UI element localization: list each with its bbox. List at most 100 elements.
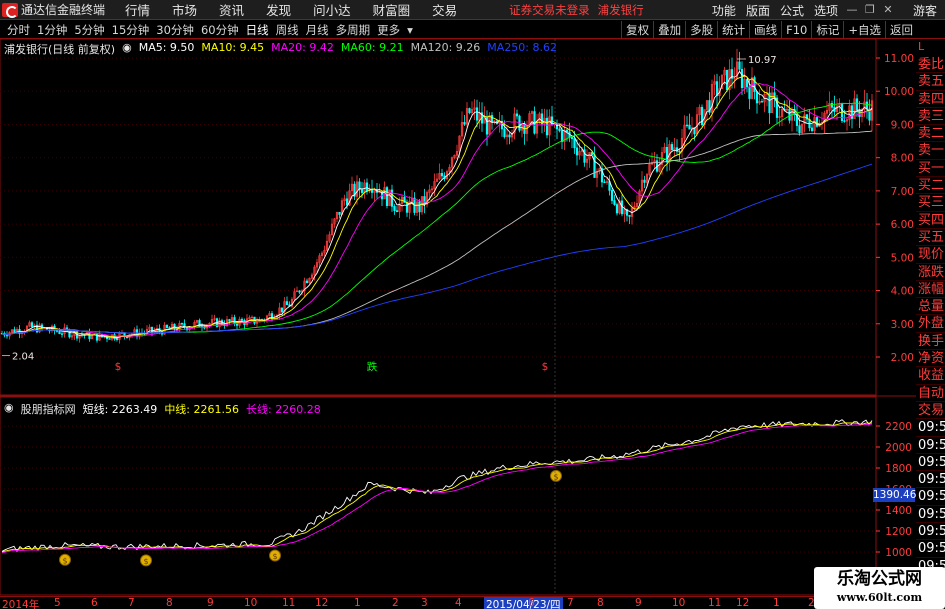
menu-formula[interactable]: 公式 [780, 2, 804, 19]
period-timeshare[interactable]: 分时 [7, 22, 30, 38]
period-daily[interactable]: 日线 [246, 22, 269, 38]
legend-ma250: MA250: 8.62 [487, 41, 558, 54]
period-more[interactable]: 更多 [377, 22, 400, 38]
period-5min[interactable]: 5分钟 [74, 22, 104, 38]
candle-body [558, 128, 561, 131]
ind-axis-label: 1200 [885, 526, 912, 538]
indicator-title[interactable]: 股朋指标网 [21, 401, 76, 416]
candle-body [270, 313, 274, 320]
legend-mid: 中线: 2261.56 [164, 403, 240, 416]
candle-body [60, 333, 64, 335]
candle-body [395, 210, 399, 213]
candle-body [678, 150, 681, 153]
kline-chart[interactable]: 11.00 10.00 9.00 8.00 7.00 6.00 5.00 4.00 3.00 2.… [0, 39, 916, 596]
signal-marker-s: $ [115, 361, 122, 373]
signal-marker-s: $ [542, 361, 549, 373]
candle-body [738, 61, 741, 70]
menu-quotes[interactable]: 行情 [125, 0, 150, 19]
money-bag-glyph: $ [143, 557, 148, 566]
guest-user[interactable]: 游客 [913, 2, 937, 19]
more-chevron-icon[interactable]: ▾ [407, 23, 413, 37]
indicator-mid-line [1, 422, 873, 553]
candle-body [385, 187, 389, 206]
candle-body [643, 179, 646, 183]
period-30min[interactable]: 30分钟 [156, 22, 194, 38]
candle-body [405, 202, 409, 213]
candle-body [753, 77, 756, 92]
candle-body [365, 182, 369, 192]
overlay-button[interactable]: 叠加 [653, 21, 685, 39]
side-panel-item: 买三 [916, 195, 945, 212]
period-60min[interactable]: 60分钟 [201, 22, 239, 38]
side-panel-item: 涨幅 [916, 281, 945, 299]
trade-login-status[interactable]: 证券交易未登录 [509, 2, 590, 18]
date-tick-label: 7 [567, 597, 574, 609]
main-axis-label: 8.00 [891, 153, 914, 165]
side-panel-item: 09:57 [916, 471, 945, 489]
ind-axis-label: 1800 [885, 463, 912, 475]
period-monthly[interactable]: 月线 [306, 22, 329, 38]
menu-function[interactable]: 功能 [712, 2, 736, 19]
candle-body [613, 200, 616, 205]
statistics-button[interactable]: 统计 [717, 21, 749, 39]
date-tick-label: 8 [597, 597, 604, 609]
restore-icon[interactable]: ❐ [861, 1, 879, 19]
candle-body [338, 211, 341, 215]
main-axis-label: 11.00 [884, 53, 914, 65]
date-tick-label: 2014年 [2, 599, 40, 609]
menu-market[interactable]: 市场 [172, 0, 197, 19]
main-axis-label: 3.00 [891, 319, 914, 331]
f10-button[interactable]: F10 [781, 21, 811, 39]
candle-body [573, 138, 576, 149]
period-multi[interactable]: 多周期 [336, 22, 371, 38]
side-panel-item: 委比 [916, 57, 945, 74]
candle-body [855, 98, 859, 111]
candle-body [58, 331, 61, 334]
menu-ask[interactable]: 问小达 [313, 0, 351, 19]
menu-wealth[interactable]: 财富圈 [373, 0, 411, 19]
add-watchlist-button[interactable]: +自选 [843, 21, 885, 39]
legend-dot-icon[interactable]: ◉ [122, 41, 132, 55]
candle-body [575, 147, 579, 156]
candle-body [168, 327, 171, 329]
date-tick-label: 3 [421, 597, 428, 609]
menu-news[interactable]: 资讯 [219, 0, 244, 19]
side-panel-item[interactable]: 自动 [916, 385, 945, 402]
minimize-icon[interactable]: — [843, 1, 861, 19]
indicator-dot-icon[interactable]: ◉ [4, 401, 14, 415]
multi-stock-button[interactable]: 多股 [685, 21, 717, 39]
mark-button[interactable]: 标记 [811, 21, 843, 39]
candle-body [685, 124, 689, 127]
date-tick-label: 11 [708, 597, 722, 609]
side-panel-item: 09:58 [916, 523, 945, 541]
candle-body [463, 122, 466, 125]
date-tick-label: 6 [91, 597, 98, 609]
candle-body [798, 125, 801, 134]
watermark-logo: 乐淘公式网 www.60lt.com [814, 567, 945, 609]
candle-body [628, 215, 631, 217]
candle-body [610, 190, 614, 201]
period-15min[interactable]: 15分钟 [112, 22, 150, 38]
menu-discover[interactable]: 发现 [266, 0, 291, 19]
side-panel-item: 换手 [916, 333, 945, 351]
candle-body [240, 318, 244, 321]
legend-ma20: MA20: 9.42 [271, 41, 334, 54]
menu-layout[interactable]: 版面 [746, 2, 770, 19]
side-panel-item: 卖五 [916, 74, 945, 91]
side-panel-item: 09:57 [916, 488, 945, 506]
date-tick-label: 10 [244, 597, 258, 609]
menu-options[interactable]: 选项 [814, 2, 838, 19]
period-weekly[interactable]: 周线 [276, 22, 299, 38]
adjust-button[interactable]: 复权 [621, 21, 653, 39]
indicator-pane-frame [0, 396, 877, 596]
money-bag-glyph: $ [272, 552, 277, 561]
date-tick-label: 2 [392, 597, 399, 609]
draw-line-button[interactable]: 画线 [749, 21, 781, 39]
menu-trade[interactable]: 交易 [432, 0, 457, 19]
back-button[interactable]: 返回 [885, 21, 917, 39]
side-panel-item[interactable]: 交易 [916, 402, 945, 420]
period-1min[interactable]: 1分钟 [37, 22, 67, 38]
date-axis: 2015/04/23/四 2014年 5 6 7 8 9 10 11 12 1 2 3 4 6 7 8 9 10 1… [0, 596, 916, 609]
ma120-line [1, 130, 873, 336]
close-icon[interactable]: ✕ [879, 1, 897, 19]
